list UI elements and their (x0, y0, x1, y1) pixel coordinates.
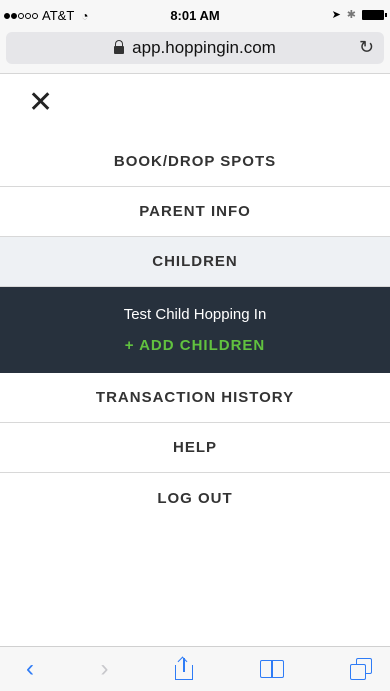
share-icon[interactable] (175, 656, 193, 680)
bluetooth-icon: ✱ (346, 9, 356, 21)
reload-icon[interactable]: ↻ (359, 37, 374, 58)
tabs-icon[interactable] (350, 658, 372, 680)
menu-item-children[interactable]: CHILDREN (0, 237, 390, 287)
lock-icon (114, 40, 125, 54)
address-bar[interactable]: app.hoppingin.com ↻ (6, 32, 384, 64)
submenu-child-link[interactable]: Test Child Hopping In (124, 306, 267, 323)
menu-item-label: HELP (172, 439, 217, 456)
add-children-link[interactable]: + ADD CHILDREN (125, 337, 266, 354)
status-right: ➤ ✱ (331, 8, 387, 21)
menu-item-parent-info[interactable]: PARENT INFO (0, 187, 390, 237)
children-submenu: Test Child Hopping In + ADD CHILDREN (0, 287, 390, 373)
menu-item-label: BOOK/DROP SPOTS (113, 153, 277, 170)
menu-item-book-drop-spots[interactable]: BOOK/DROP SPOTS (0, 137, 390, 187)
menu-item-transaction-history[interactable]: TRANSACTION HISTORY (0, 373, 390, 423)
menu-item-log-out[interactable]: LOG OUT (0, 473, 390, 523)
back-icon[interactable]: ‹ (26, 657, 34, 681)
location-icon: ➤ (331, 9, 341, 21)
browser-toolbar: ‹ › (0, 646, 390, 691)
main-menu: BOOK/DROP SPOTS PARENT INFO CHILDREN Tes… (0, 137, 390, 523)
menu-item-label: TRANSACTION HISTORY (95, 389, 295, 406)
close-icon[interactable]: ✕ (28, 88, 53, 118)
status-bar: AT&T ◔ 8:01 AM ➤ ✱ (0, 0, 390, 30)
bookmarks-icon[interactable] (259, 660, 284, 678)
url-text: app.hoppingin.com (132, 38, 276, 57)
menu-item-help[interactable]: HELP (0, 423, 390, 473)
menu-item-label: LOG OUT (157, 489, 233, 507)
browser-chrome: AT&T ◔ 8:01 AM ➤ ✱ app.hoppingin.com ↻ (0, 0, 390, 74)
battery-icon (362, 9, 387, 20)
menu-item-label: PARENT INFO (139, 203, 251, 220)
forward-icon[interactable]: › (101, 657, 109, 681)
menu-item-label: CHILDREN (152, 253, 238, 270)
